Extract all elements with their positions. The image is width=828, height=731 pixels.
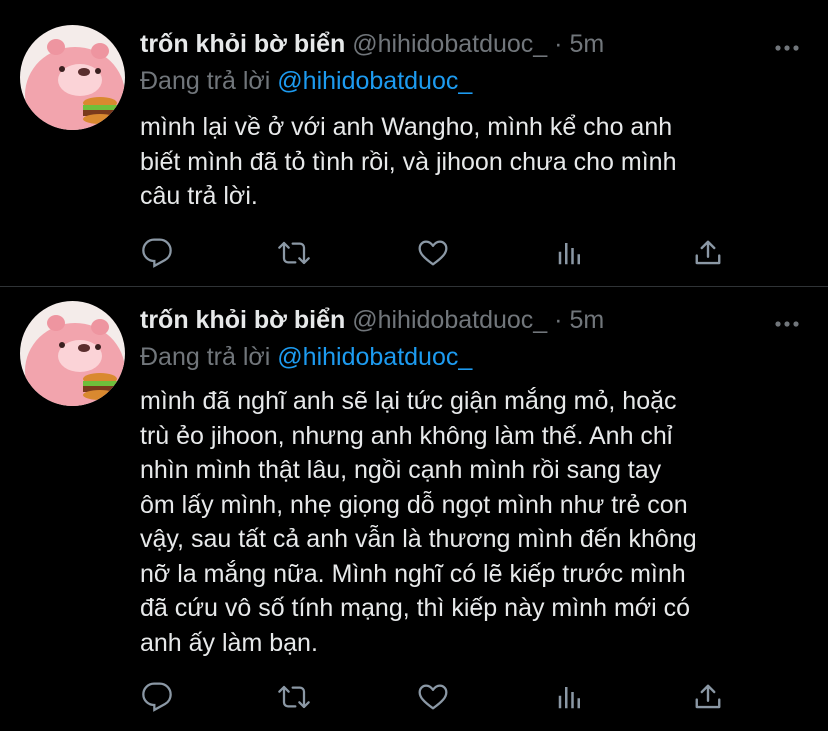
share-icon bbox=[695, 240, 721, 265]
analytics-button[interactable] bbox=[553, 236, 587, 270]
share-icon bbox=[695, 684, 721, 709]
tweet-text: mình đã nghĩ anh sẽ lại tức giận mắng mỏ… bbox=[140, 384, 810, 660]
tweet-text-line: đã cứu vô số tính mạng, thì kiếp này mìn… bbox=[140, 594, 691, 622]
display-name[interactable]: trốn khỏi bờ biển bbox=[140, 306, 345, 334]
retweet-icon bbox=[278, 241, 310, 265]
replying-to-handle[interactable]: @hihidobatduoc_ bbox=[277, 67, 472, 95]
avatar[interactable] bbox=[20, 25, 125, 130]
retweet-icon bbox=[278, 685, 310, 709]
tweet-text-line: biết mình đã tỏ tình rồi, và jihoon chưa… bbox=[140, 147, 677, 176]
user-handle[interactable]: @hihidobatduoc_ bbox=[352, 30, 547, 58]
separator-dot: · bbox=[554, 306, 563, 334]
more-horizontal-icon[interactable] bbox=[774, 316, 800, 327]
timestamp[interactable]: 5m bbox=[569, 30, 604, 58]
tweet-text-line: vậy, sau tất cả anh vẫn là thương mình đ… bbox=[140, 525, 697, 553]
replying-to-handle[interactable]: @hihidobatduoc_ bbox=[277, 343, 472, 371]
tweet[interactable]: trốn khỏi bờ biển @hihidobatduoc_ · 5m Đ… bbox=[0, 287, 828, 731]
separator-dot: · bbox=[554, 30, 563, 58]
like-button[interactable] bbox=[416, 236, 450, 270]
share-button[interactable] bbox=[691, 680, 725, 714]
tweet-text-line: ôm lấy mình, nhẹ giọng dỗ ngọt mình như … bbox=[140, 490, 688, 519]
reply-icon bbox=[142, 682, 172, 712]
tweet-header: trốn khỏi bờ biển @hihidobatduoc_ · 5m bbox=[140, 28, 604, 60]
retweet-button[interactable] bbox=[277, 680, 311, 714]
tweet-header: trốn khỏi bờ biển @hihidobatduoc_ · 5m bbox=[140, 304, 604, 336]
replying-prefix: Đang trả lời bbox=[140, 67, 271, 95]
tweet-text-line: mình lại về ở với anh Wangho, mình kể ch… bbox=[140, 113, 673, 141]
retweet-button[interactable] bbox=[277, 236, 311, 270]
timestamp[interactable]: 5m bbox=[569, 306, 604, 334]
tweet-text-line: nỡ la mắng nữa. Mình nghĩ có lẽ kiếp trư… bbox=[140, 559, 686, 588]
tweet-text: mình lại về ở với anh Wangho, mình kể ch… bbox=[140, 110, 810, 214]
tweet-text-line: anh ấy làm bạn. bbox=[140, 628, 318, 657]
tweet-actions bbox=[140, 680, 740, 714]
reply-button[interactable] bbox=[140, 680, 174, 714]
tweet-text-line: mình đã nghĩ anh sẽ lại tức giận mắng mỏ… bbox=[140, 387, 677, 415]
replying-to: Đang trả lời @hihidobatduoc_ bbox=[140, 66, 472, 96]
replying-to: Đang trả lời @hihidobatduoc_ bbox=[140, 342, 472, 372]
analytics-button[interactable] bbox=[553, 680, 587, 714]
heart-icon bbox=[418, 240, 448, 266]
tweet-text-line: câu trả lời. bbox=[140, 182, 258, 210]
analytics-icon bbox=[558, 243, 580, 265]
reply-icon bbox=[142, 238, 172, 268]
tweet[interactable]: trốn khỏi bờ biển @hihidobatduoc_ · 5m Đ… bbox=[0, 0, 828, 286]
like-button[interactable] bbox=[416, 680, 450, 714]
tweet-text-line: trù ẻo jihoon, nhưng anh không làm thế. … bbox=[140, 421, 673, 450]
analytics-icon bbox=[558, 687, 580, 709]
avatar[interactable] bbox=[20, 301, 125, 406]
share-button[interactable] bbox=[691, 236, 725, 270]
heart-icon bbox=[418, 684, 448, 710]
tweet-text-line: nhìn mình thật lâu, ngồi cạnh mình rồi s… bbox=[140, 456, 662, 484]
user-handle[interactable]: @hihidobatduoc_ bbox=[352, 306, 547, 334]
tweet-actions bbox=[140, 236, 740, 270]
more-horizontal-icon[interactable] bbox=[774, 40, 800, 51]
display-name[interactable]: trốn khỏi bờ biển bbox=[140, 30, 345, 58]
reply-button[interactable] bbox=[140, 236, 174, 270]
replying-prefix: Đang trả lời bbox=[140, 343, 271, 371]
